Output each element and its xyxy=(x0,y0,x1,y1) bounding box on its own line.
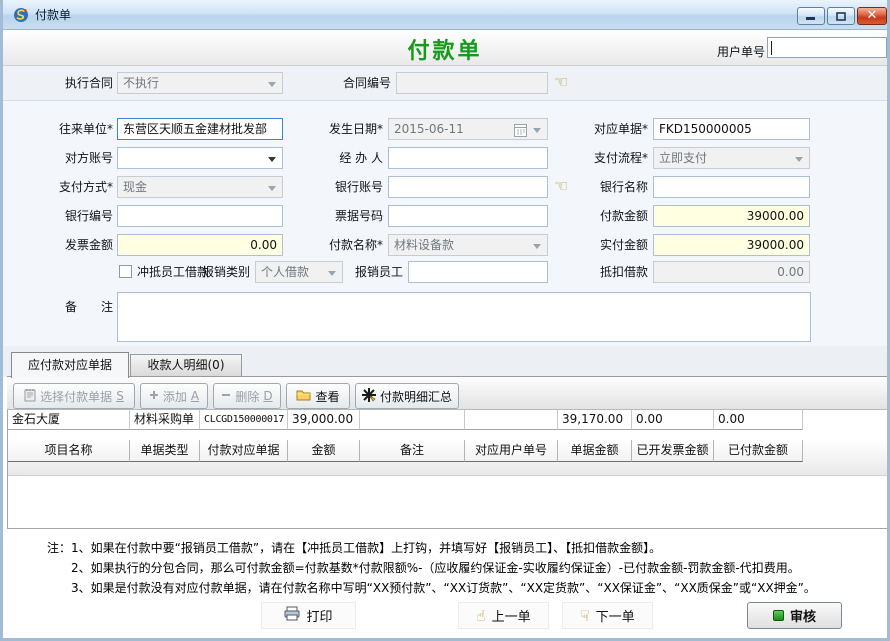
tab-payee-detail[interactable]: 收款人明细(0) xyxy=(130,354,242,377)
col-project-name: 项目名称 xyxy=(8,440,130,462)
note-line-3: 3、如果是付款没有对应付款单据，请在付款名称中写明“XX预付款”、“XX订货款”… xyxy=(71,579,816,596)
pay-flow-label: 支付流程* xyxy=(560,147,648,169)
bill-no-label: 票据号码 xyxy=(303,205,383,227)
select-pay-doc-button: 选择付款单据S xyxy=(13,383,135,409)
expense-emp-label: 报销员工 xyxy=(355,261,403,283)
hand-down-icon: ☟ xyxy=(580,607,589,625)
ref-doc-input[interactable]: FKD150000005 xyxy=(653,118,810,140)
chevron-down-icon xyxy=(268,82,276,87)
chevron-down-icon xyxy=(795,157,803,162)
pay-flow-dropdown: 立即支付 xyxy=(653,147,810,169)
remark-textarea[interactable] xyxy=(117,292,811,342)
detail-toolbar: 选择付款单据S 添加A 删除D 查看 付款明细汇总 xyxy=(7,376,889,410)
col-remark: 备注 xyxy=(360,440,465,462)
col-user-doc-no: 对应用户单号 xyxy=(465,440,558,462)
deduct-loan-input: 0.00 xyxy=(653,261,810,283)
actual-amount-input[interactable]: 39000.00 xyxy=(653,234,810,256)
col-pay-ref-doc: 付款对应单据 xyxy=(200,440,288,462)
contract-lookup-hand-icon[interactable]: ☜ xyxy=(554,71,574,93)
chevron-down-icon xyxy=(533,128,541,133)
user-no-input[interactable] xyxy=(767,37,887,58)
hand-up-icon: ☝ xyxy=(476,607,485,625)
audit-button[interactable]: 审核 xyxy=(747,602,842,629)
partner-label: 往来单位* xyxy=(25,118,113,140)
delete-button: 删除D xyxy=(213,383,281,409)
chevron-down-icon xyxy=(268,186,276,191)
plus-icon xyxy=(149,389,159,403)
view-button[interactable]: 查看 xyxy=(286,383,350,409)
bank-name-input[interactable] xyxy=(653,176,810,198)
next-doc-button[interactable]: ☟ 下一单 xyxy=(562,602,653,629)
minimize-button[interactable] xyxy=(797,7,825,25)
date-label: 发生日期* xyxy=(303,118,383,140)
calendar-icon xyxy=(514,123,527,140)
note-line-1: 注：1、如果在付款中要“报销员工借款”，请在【冲抵员工借款】上打钩，并填写好【报… xyxy=(47,539,661,556)
titlebar: 付款单 ✕ xyxy=(3,0,887,30)
minus-icon xyxy=(221,389,231,403)
close-button[interactable]: ✕ xyxy=(857,7,887,25)
window-title: 付款单 xyxy=(35,0,71,30)
remark-label: 备 注 xyxy=(25,296,113,318)
green-square-icon xyxy=(773,610,784,621)
payment-order-window: 付款单 ✕ 付款单 用户单号 执行合同 不执行 合同编号 ☜ xyxy=(0,0,890,641)
bill-no-input[interactable] xyxy=(388,205,548,227)
payable-docs-table: 项目名称 单据类型 付款对应单据 金额 备注 对应用户单号 单据金额 已开发票金… xyxy=(7,410,889,529)
pay-name-dropdown: 材料设备款 xyxy=(388,234,548,256)
pay-amount-label: 付款金额 xyxy=(560,205,648,227)
chevron-down-icon xyxy=(268,157,276,162)
folder-icon xyxy=(296,389,311,404)
pay-method-dropdown: 现金 xyxy=(117,176,283,198)
user-no-label: 用户单号 xyxy=(717,41,765,63)
expense-emp-input[interactable] xyxy=(408,261,548,283)
bank-account-input[interactable] xyxy=(388,176,548,198)
bank-code-label: 银行编号 xyxy=(25,205,113,227)
app-logo-icon xyxy=(13,7,29,26)
handler-input[interactable] xyxy=(388,147,548,169)
printer-icon xyxy=(284,606,300,625)
expense-type-label: 报销类别 xyxy=(200,261,250,283)
col-paid-amount: 已付款金额 xyxy=(714,440,803,462)
contract-no-label: 合同编号 xyxy=(308,72,391,94)
col-doc-type: 单据类型 xyxy=(130,440,200,462)
previous-doc-button[interactable]: ☝ 上一单 xyxy=(458,602,549,629)
tab-payable-docs[interactable]: 应付款对应单据 xyxy=(11,352,129,378)
date-picker: 2015-06-11 xyxy=(388,118,548,140)
table-row[interactable]: 金石大厦 材料采购单 CLCGD150000017 39,000.00 39,1… xyxy=(8,410,888,430)
pay-method-label: 支付方式* xyxy=(25,176,113,198)
ref-doc-label: 对应单据* xyxy=(560,118,648,140)
text-caret xyxy=(771,41,772,55)
table-header-row: 项目名称 单据类型 付款对应单据 金额 备注 对应用户单号 单据金额 已开发票金… xyxy=(8,440,890,476)
deduct-loan-label: 抵扣借款 xyxy=(560,261,648,283)
pay-name-label: 付款名称* xyxy=(303,234,383,256)
invoice-amount-input[interactable]: 0.00 xyxy=(117,234,283,256)
party-account-combobox[interactable] xyxy=(117,147,283,169)
print-button[interactable]: 打印 xyxy=(261,602,356,629)
bank-code-input[interactable] xyxy=(117,205,283,227)
col-amount: 金额 xyxy=(288,440,360,462)
party-account-label: 对方账号 xyxy=(25,147,113,169)
partner-input[interactable]: 东营区天顺五金建材批发部 xyxy=(117,118,283,140)
burst-pencil-icon xyxy=(362,388,376,405)
expense-type-dropdown: 个人借款 xyxy=(255,261,343,283)
bank-account-label: 银行账号 xyxy=(303,176,383,198)
document-icon xyxy=(24,388,36,405)
invoice-amount-label: 发票金额 xyxy=(25,234,113,256)
handler-label: 经 办 人 xyxy=(303,147,383,169)
chevron-down-icon xyxy=(533,244,541,249)
actual-amount-label: 实付金额 xyxy=(560,234,648,256)
col-invoiced-amount: 已开发票金额 xyxy=(632,440,714,462)
payment-summary-button[interactable]: 付款明细汇总 xyxy=(355,383,459,409)
chevron-down-icon xyxy=(328,271,336,276)
col-doc-amount: 单据金额 xyxy=(558,440,632,462)
exec-contract-label: 执行合同 xyxy=(25,72,113,94)
contract-no-input xyxy=(396,72,548,94)
bank-name-label: 银行名称 xyxy=(560,176,648,198)
note-line-2: 2、如果执行的分包合同，那么可付款金额=付款基数*付款限额%-（应收履约保证金-… xyxy=(71,559,800,576)
exec-contract-dropdown: 不执行 xyxy=(117,72,283,94)
offset-loan-checkbox[interactable] xyxy=(119,265,132,278)
pay-amount-input[interactable]: 39000.00 xyxy=(653,205,810,227)
add-button: 添加A xyxy=(140,383,208,409)
maximize-button[interactable] xyxy=(827,7,855,25)
